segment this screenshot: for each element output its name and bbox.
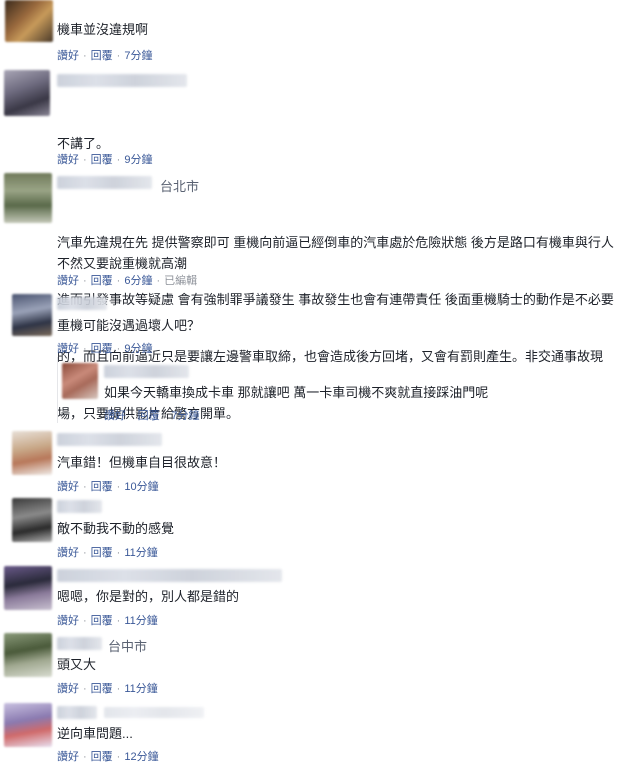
reply-link[interactable]: 回覆	[91, 481, 113, 493]
reply-link[interactable]: 回覆	[91, 50, 113, 62]
timestamp[interactable]: 11分鐘	[124, 683, 157, 695]
reply-link[interactable]: 回覆	[91, 615, 113, 627]
comment-actions: 讚好 · 回覆 · 9分鐘	[57, 154, 153, 166]
timestamp[interactable]: 12分鐘	[124, 751, 158, 763]
comment-text: 如果今天轎車換成卡車 那就讓吧 萬一卡車司機不爽就直接踩油門呢	[104, 385, 489, 400]
comment-actions: 讚好 · 回覆 · 7分鐘	[104, 410, 200, 422]
avatar[interactable]	[62, 363, 98, 399]
avatar[interactable]	[4, 70, 50, 116]
timestamp[interactable]: 11分鐘	[124, 547, 157, 559]
like-link[interactable]: 讚好	[57, 50, 79, 62]
author-name[interactable]	[57, 176, 152, 189]
like-link[interactable]: 讚好	[104, 410, 126, 422]
avatar[interactable]	[4, 633, 52, 677]
comment-text: 機車並沒違規啊	[57, 22, 149, 37]
timestamp[interactable]: 6分鐘	[124, 275, 152, 287]
reply-link[interactable]: 回覆	[91, 547, 113, 559]
author-name[interactable]	[57, 569, 282, 582]
timestamp[interactable]: 11分鐘	[124, 615, 157, 627]
edited-label[interactable]: 已編輯	[164, 275, 197, 287]
timestamp[interactable]: 10分鐘	[124, 481, 158, 493]
avatar[interactable]	[4, 566, 52, 610]
like-link[interactable]: 讚好	[57, 683, 79, 695]
like-link[interactable]: 讚好	[57, 343, 79, 355]
avatar[interactable]	[5, 0, 53, 42]
author-location: 台北市	[160, 179, 200, 194]
comment-actions: 讚好 · 回覆 · 11分鐘	[57, 615, 158, 627]
timestamp[interactable]: 7分鐘	[171, 410, 199, 422]
timestamp[interactable]: 7分鐘	[124, 50, 152, 62]
comment-actions: 讚好 · 回覆 · 7分鐘	[57, 50, 153, 62]
author-location: 台中市	[108, 639, 148, 654]
comment-text: 重機可能沒遇過壞人吧？	[57, 318, 201, 333]
like-link[interactable]: 讚好	[57, 751, 79, 763]
comment-actions: 讚好 · 回覆 · 10分鐘	[57, 481, 159, 493]
like-link[interactable]: 讚好	[57, 275, 79, 287]
avatar[interactable]	[12, 431, 52, 475]
comment-text: 汽車錯！但機車自目很故意！	[57, 455, 227, 470]
avatar[interactable]	[12, 498, 52, 542]
author-name[interactable]	[57, 637, 102, 650]
reply-link[interactable]: 回覆	[91, 343, 113, 355]
comment-actions: 讚好 · 回覆 · 6分鐘 · 已編輯	[57, 275, 198, 287]
reply-link[interactable]: 回覆	[91, 275, 113, 287]
author-name[interactable]	[104, 365, 189, 378]
timestamp[interactable]: 9分鐘	[124, 154, 152, 166]
like-link[interactable]: 讚好	[57, 547, 79, 559]
comment-text: 頭又大	[57, 657, 97, 672]
author-name[interactable]	[57, 500, 102, 513]
avatar[interactable]	[4, 173, 52, 223]
like-link[interactable]: 讚好	[57, 615, 79, 627]
comment-text: 逆向車問題...	[57, 726, 133, 741]
author-name[interactable]	[57, 297, 107, 310]
author-name[interactable]	[57, 74, 187, 87]
avatar[interactable]	[12, 294, 52, 336]
like-link[interactable]: 讚好	[57, 154, 79, 166]
comment-actions: 讚好 · 回覆 · 11分鐘	[57, 683, 158, 695]
comment-text: 嗯嗯，你是對的，別人都是錯的	[57, 589, 240, 604]
reply-link[interactable]: 回覆	[91, 751, 113, 763]
timestamp[interactable]: 9分鐘	[124, 343, 152, 355]
reply-link[interactable]: 回覆	[91, 683, 113, 695]
comment-actions: 讚好 · 回覆 · 9分鐘	[57, 343, 153, 355]
like-link[interactable]: 讚好	[57, 481, 79, 493]
comment-actions: 讚好 · 回覆 · 12分鐘	[57, 751, 159, 763]
avatar[interactable]	[4, 703, 52, 747]
author-name-extra	[104, 707, 204, 718]
author-name[interactable]	[57, 433, 162, 446]
comment-text: 敵不動我不動的感覺	[57, 521, 175, 536]
reply-link[interactable]: 回覆	[91, 154, 113, 166]
comment-actions: 讚好 · 回覆 · 11分鐘	[57, 547, 158, 559]
reply-link[interactable]: 回覆	[138, 410, 160, 422]
author-name[interactable]	[57, 706, 97, 719]
